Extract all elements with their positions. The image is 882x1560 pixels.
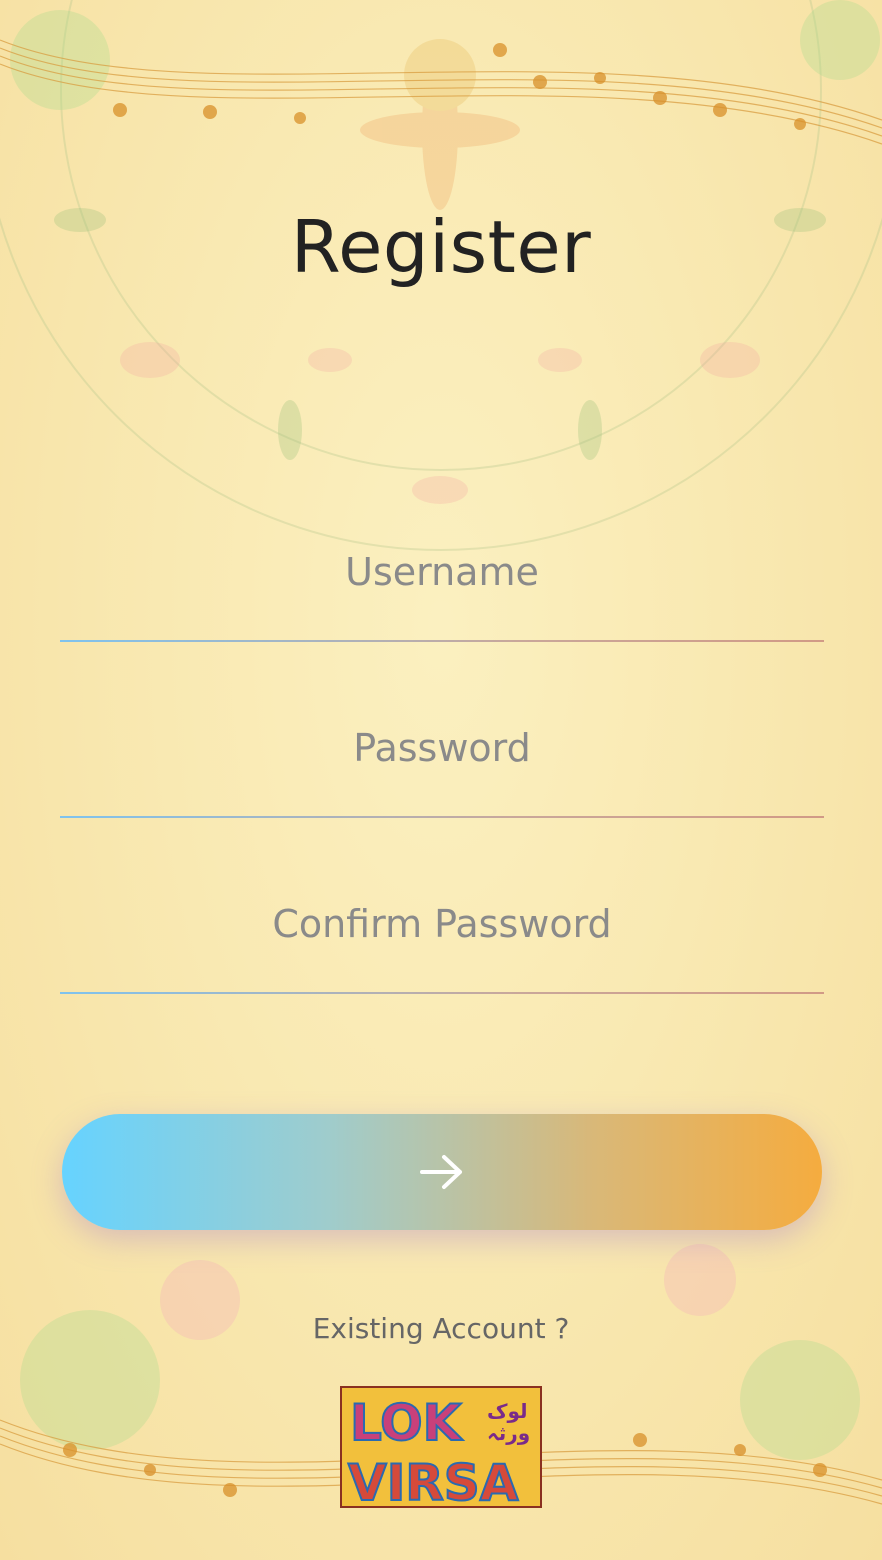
svg-text:لوک: لوک [487, 1399, 528, 1423]
svg-text:VIRSA: VIRSA [348, 1454, 519, 1506]
password-field-container [60, 698, 824, 818]
lok-virsa-logo: LOK VIRSA لوک ورثہ [340, 1386, 542, 1513]
register-submit-button[interactable] [62, 1114, 822, 1230]
arrow-right-icon [420, 1155, 462, 1189]
username-field-container [60, 522, 824, 642]
password-input[interactable] [60, 698, 824, 798]
confirm-password-field-container [60, 874, 824, 994]
confirm-password-underline [60, 992, 824, 994]
password-underline [60, 816, 824, 818]
page-title: Register [290, 205, 592, 289]
svg-text:LOK: LOK [350, 1394, 464, 1452]
username-underline [60, 640, 824, 642]
svg-text:ورثہ: ورثہ [487, 1421, 530, 1445]
existing-account-link[interactable]: Existing Account ? [0, 1312, 882, 1345]
confirm-password-input[interactable] [60, 874, 824, 974]
username-input[interactable] [60, 522, 824, 622]
